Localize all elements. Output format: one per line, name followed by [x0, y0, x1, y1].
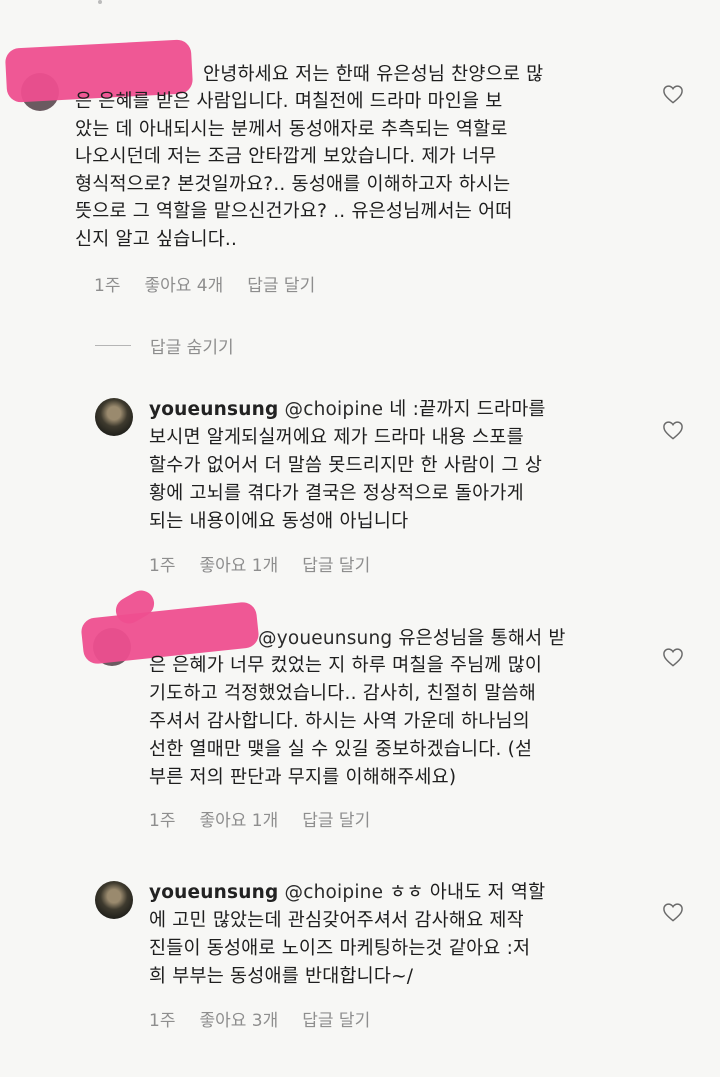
divider-line [95, 345, 131, 346]
comment-text-line: 되는 내용이에요 동성애 아닙니다 [149, 511, 409, 532]
comment-text-line: 희 부부는 동성애를 반대합니다~/ [149, 966, 414, 987]
heart-outline-icon[interactable] [662, 420, 684, 440]
comment-meta: 1주 좋아요 4개 답글 달기 [94, 271, 339, 296]
comment-first-line: youeunsung @choipine 네 :끝까지 드라마를 [149, 396, 546, 424]
username[interactable]: youeunsung [149, 399, 278, 420]
comment-time: 1주 [149, 556, 176, 576]
comment-text-line: 부른 저의 판단과 무지를 이해해주세요) [149, 767, 457, 788]
like-count[interactable]: 좋아요 3개 [199, 1011, 278, 1031]
comment-first-line: @youeunsung 유은성님을 통해서 받 [258, 625, 566, 653]
mention[interactable]: @youeunsung [258, 628, 392, 649]
comment-time: 1주 [149, 1011, 176, 1031]
comment-text-line: 할수가 없어서 더 말씀 못드리지만 한 사람이 그 상 [149, 455, 543, 476]
comment-text-line: 뜻으로 그 역할을 맡으신건가요? .. 유은성님께서는 어떠 [75, 201, 513, 222]
hide-replies-label[interactable]: 답글 숨기기 [150, 333, 234, 358]
mention[interactable]: @choipine [285, 882, 384, 903]
reply-button[interactable]: 답글 달기 [302, 556, 370, 576]
heart-outline-icon[interactable] [662, 902, 684, 922]
comment-text-line: 에 고민 많았는데 관심갖어주셔서 감사해요 제작 [149, 910, 524, 931]
avatar[interactable] [95, 398, 133, 436]
comment-text-line: 유은성님을 통해서 받 [398, 628, 566, 649]
comment-time: 1주 [149, 811, 176, 831]
comment-text-line: ㅎㅎ 아내도 저 역할 [389, 882, 546, 903]
comment-text-line: 선한 열매만 맺을 실 수 있길 중보하겠습니다. (섣 [149, 739, 533, 760]
comment-text-line: 은 은혜가 너무 컸었는 지 하루 며칠을 주님께 많이 [149, 655, 543, 676]
reply-button[interactable]: 답글 달기 [247, 276, 315, 296]
top-strip [0, 0, 720, 12]
comment-first-line: youeunsung @choipine ㅎㅎ 아내도 저 역할 [149, 879, 545, 907]
like-count[interactable]: 좋아요 1개 [199, 811, 278, 831]
reply-button[interactable]: 답글 달기 [302, 811, 370, 831]
comment-text-line: 주셔서 감사합니다. 하시는 사역 가운데 하나님의 [149, 711, 530, 732]
comment-text-line: 진들이 동성애로 노이즈 마케팅하는것 같아요 :저 [149, 938, 531, 959]
comment-meta: 1주 좋아요 1개 답글 달기 [149, 806, 394, 831]
avatar[interactable] [95, 881, 133, 919]
comment-text-line: 황에 고뇌를 겪다가 결국은 정상적으로 돌아가게 [149, 483, 524, 504]
username[interactable]: youeunsung [149, 882, 278, 903]
comment-text-line: 기도하고 걱정했었습니다.. 감사히, 친절히 말씀해 [149, 683, 536, 704]
comment-meta: 1주 좋아요 1개 답글 달기 [149, 551, 394, 576]
comment-text-line: 네 :끝까지 드라마를 [389, 399, 546, 420]
comment-text-line: 형식적으로? 본것일까요?.. 동성애를 이해하고자 하시는 [75, 174, 511, 195]
reply-button[interactable]: 답글 달기 [302, 1011, 370, 1031]
separator-dot [98, 0, 102, 4]
comment-meta: 1주 좋아요 3개 답글 달기 [149, 1006, 394, 1031]
heart-outline-icon[interactable] [662, 84, 684, 104]
comment-text-line: 신지 알고 싶습니다.. [75, 229, 238, 250]
comment-time: 1주 [94, 276, 121, 296]
mention[interactable]: @choipine [285, 399, 384, 420]
comment-text-line: 나오시던데 저는 조금 안타깝게 보았습니다. 제가 너무 [75, 146, 497, 167]
comment-text-line: 았는 데 아내되시는 분께서 동성애자로 추측되는 역할로 [75, 119, 508, 140]
like-count[interactable]: 좋아요 1개 [199, 556, 278, 576]
comment-text-line: 보시면 알게되실꺼에요 제가 드라마 내용 스포를 [149, 427, 524, 448]
heart-outline-icon[interactable] [662, 647, 684, 667]
comment-text-line: 안녕하세요 저는 한때 유은성님 찬양으로 많 [203, 64, 544, 85]
comment-text-line: 은 은혜를 받은 사람입니다. 며칠전에 드라마 마인을 보 [75, 91, 503, 112]
like-count[interactable]: 좋아요 4개 [144, 276, 223, 296]
